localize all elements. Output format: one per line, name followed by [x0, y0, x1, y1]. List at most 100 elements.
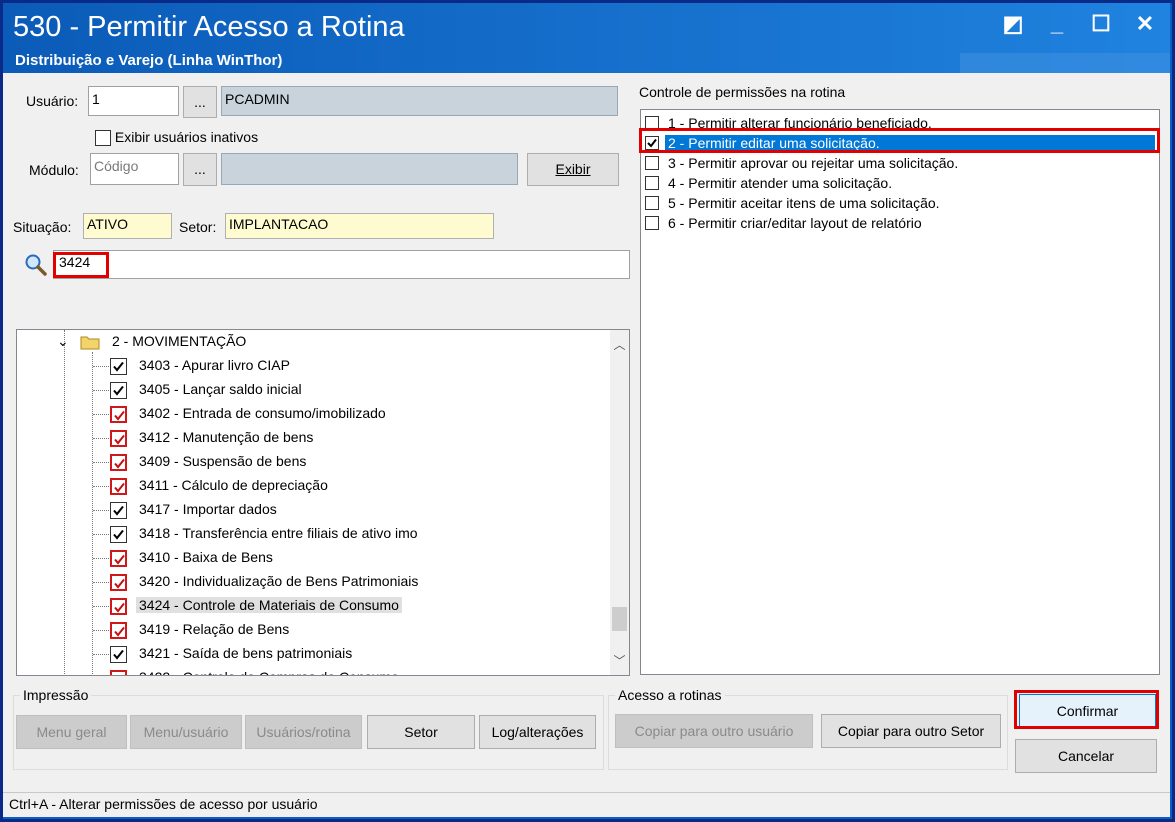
permission-item[interactable]: 6 - Permitir criar/editar layout de rela…	[645, 214, 1155, 234]
tree-item[interactable]: 3412 - Manutenção de bens	[17, 426, 607, 450]
tree-item[interactable]: 3424 - Controle de Materiais de Consumo	[17, 594, 607, 618]
checkmark-icon	[114, 458, 125, 469]
checkmark-icon	[114, 554, 125, 565]
tree-item-checkbox[interactable]	[110, 670, 127, 675]
tree-item[interactable]: 3410 - Baixa de Bens	[17, 546, 607, 570]
restore-icon[interactable]: ◩	[1002, 11, 1024, 37]
cancelar-button[interactable]: Cancelar	[1015, 739, 1157, 773]
tree-item-checkbox[interactable]	[110, 406, 127, 423]
permission-checkbox[interactable]	[645, 156, 659, 170]
permissions-list[interactable]: 1 - Permitir alterar funcionário benefic…	[640, 109, 1160, 675]
modulo-lookup-button[interactable]: ...	[183, 153, 217, 186]
tree-item-label: 3422 - Controle de Compras de Consumo	[139, 669, 399, 675]
client-area: Usuário: 1 ... PCADMIN Exibir usuários i…	[3, 73, 1170, 792]
tree-item-checkbox[interactable]	[110, 382, 127, 399]
search-input[interactable]: 3424	[53, 250, 630, 279]
close-icon[interactable]: ✕	[1134, 11, 1156, 37]
inativos-checkbox-row[interactable]: Exibir usuários inativos	[95, 129, 258, 147]
window-frame-bottom	[3, 817, 1170, 819]
usuario-code-input[interactable]: 1	[88, 86, 179, 116]
tree-item[interactable]: 3418 - Transferência entre filiais de at…	[17, 522, 607, 546]
tree-item-checkbox[interactable]	[110, 574, 127, 591]
tree-item-label: 3424 - Controle de Materiais de Consumo	[136, 597, 402, 613]
modulo-label: Módulo:	[29, 162, 79, 178]
routine-tree[interactable]: ⌄ 2 - MOVIMENTAÇÃO 3403 - Apurar livro C…	[16, 329, 630, 676]
impressao-title: Impressão	[20, 687, 92, 703]
tree-folder-label: 2 - MOVIMENTAÇÃO	[112, 333, 247, 349]
inativos-checkbox[interactable]	[95, 130, 111, 147]
permission-item[interactable]: 4 - Permitir atender uma solicitação.	[645, 174, 1155, 194]
maximize-icon[interactable]: ☐	[1090, 11, 1112, 37]
tree-item-label: 3419 - Relação de Bens	[139, 621, 290, 637]
tree-item-checkbox[interactable]	[110, 358, 127, 375]
tree-item-checkbox[interactable]	[110, 502, 127, 519]
tree-item-checkbox[interactable]	[110, 550, 127, 567]
tree-connector	[93, 558, 109, 559]
tree-connector	[93, 534, 109, 535]
scroll-down-icon[interactable]: ﹀	[610, 652, 629, 670]
tree-item[interactable]: 3419 - Relação de Bens	[17, 618, 607, 642]
tree-item-checkbox[interactable]	[110, 454, 127, 471]
permission-checkbox[interactable]	[645, 196, 659, 210]
tree-item[interactable]: 3422 - Controle de Compras de Consumo	[17, 666, 607, 675]
tree-item[interactable]: 3402 - Entrada de consumo/imobilizado	[17, 402, 607, 426]
tree-item-checkbox[interactable]	[110, 526, 127, 543]
usuarios-rotina-button[interactable]: Usuários/rotina	[245, 715, 362, 749]
tree-item[interactable]: 3420 - Individualização de Bens Patrimon…	[17, 570, 607, 594]
window-controls: ◩ _ ☐ ✕	[1002, 11, 1156, 37]
copiar-usuario-button[interactable]: Copiar para outro usuário	[615, 714, 813, 748]
tree-connector	[93, 366, 109, 367]
tree-item-checkbox[interactable]	[110, 598, 127, 615]
minimize-icon[interactable]: _	[1046, 11, 1068, 37]
usuario-lookup-button[interactable]: ...	[183, 86, 217, 118]
tree-item[interactable]: 3411 - Cálculo de depreciação	[17, 474, 607, 498]
modulo-code-input[interactable]: Código	[90, 153, 179, 185]
log-alteracoes-button[interactable]: Log/alterações	[479, 715, 596, 749]
setor-button[interactable]: Setor	[367, 715, 475, 749]
modulo-name-field	[221, 153, 518, 185]
tree-scrollbar[interactable]: ︿ ﹀	[610, 330, 629, 675]
permission-item[interactable]: 5 - Permitir aceitar itens de uma solici…	[645, 194, 1155, 214]
tree-connector	[93, 582, 109, 583]
tree-item-checkbox[interactable]	[110, 478, 127, 495]
tree-item-checkbox[interactable]	[110, 622, 127, 639]
checkmark-icon	[113, 649, 124, 660]
permission-checkbox[interactable]	[645, 176, 659, 190]
tree-item[interactable]: 3403 - Apurar livro CIAP	[17, 354, 607, 378]
tree-connector	[93, 462, 109, 463]
window-subtitle: Distribuição e Varejo (Linha WinThor)	[15, 52, 283, 69]
tree-connector	[93, 654, 109, 655]
chevron-down-icon[interactable]: ⌄	[57, 333, 69, 350]
permission-checkbox[interactable]	[645, 216, 659, 230]
copiar-setor-button[interactable]: Copiar para outro Setor	[821, 714, 1001, 748]
tree-connector	[93, 510, 109, 511]
menu-geral-button[interactable]: Menu geral	[16, 715, 127, 749]
confirmar-highlight	[1014, 690, 1159, 729]
exibir-label: Exibir	[555, 161, 591, 177]
menu-usuario-button[interactable]: Menu/usuário	[130, 715, 242, 749]
tree-item-label: 3411 - Cálculo de depreciação	[139, 477, 328, 493]
tree-item-label: 3412 - Manutenção de bens	[139, 429, 314, 445]
setor-label: Setor:	[179, 219, 217, 235]
tree-item[interactable]: 3421 - Saída de bens patrimoniais	[17, 642, 607, 666]
acesso-title: Acesso a rotinas	[615, 687, 725, 703]
tree-item-label: 3418 - Transferência entre filiais de at…	[139, 525, 418, 541]
tree-item-checkbox[interactable]	[110, 430, 127, 447]
tree-item[interactable]: 3409 - Suspensão de bens	[17, 450, 607, 474]
tree-item[interactable]: 3417 - Importar dados	[17, 498, 607, 522]
tree-folder-row[interactable]: ⌄ 2 - MOVIMENTAÇÃO	[17, 330, 607, 354]
usuario-name-field: PCADMIN	[221, 86, 618, 116]
exibir-button[interactable]: Exibir	[527, 153, 619, 186]
tree-item[interactable]: 3405 - Lançar saldo inicial	[17, 378, 607, 402]
scroll-thumb[interactable]	[612, 607, 627, 631]
tree-item-label: 3405 - Lançar saldo inicial	[139, 381, 302, 397]
permission-item[interactable]: 3 - Permitir aprovar ou rejeitar uma sol…	[645, 154, 1155, 174]
checkmark-icon	[113, 505, 124, 516]
tree-connector	[93, 438, 109, 439]
usuario-label: Usuário:	[26, 93, 79, 109]
title-bar: 530 - Permitir Acesso a Rotina Distribui…	[3, 3, 1170, 73]
scroll-up-icon[interactable]: ︿	[610, 336, 629, 354]
checkmark-icon	[113, 361, 124, 372]
checkmark-icon	[113, 529, 124, 540]
tree-item-checkbox[interactable]	[110, 646, 127, 663]
